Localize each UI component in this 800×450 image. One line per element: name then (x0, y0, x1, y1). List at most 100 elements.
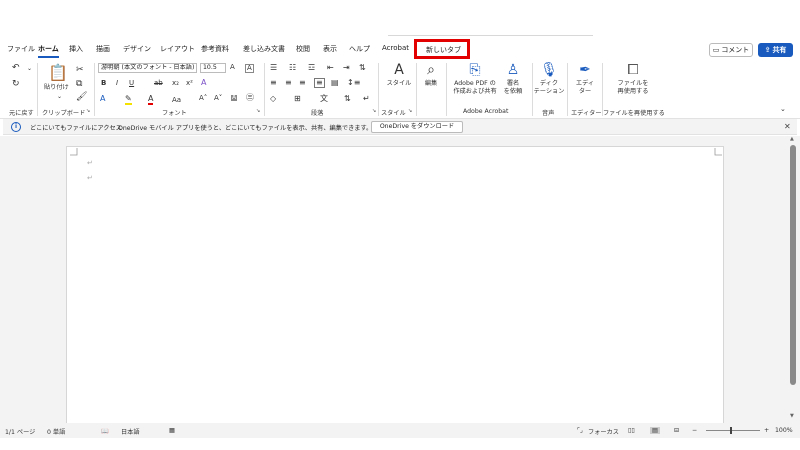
comment-button[interactable]: ▭ コメント (709, 43, 753, 57)
tab-insert[interactable]: 挿入 (69, 44, 83, 54)
undo-dropdown-icon[interactable]: ⌄ (27, 66, 32, 72)
clipboard-launcher-icon[interactable]: ↘ (86, 109, 90, 114)
cut-icon[interactable]: ✂ (76, 66, 84, 75)
tab-draw[interactable]: 描画 (96, 44, 110, 54)
sort-icon[interactable]: ⇅ (344, 95, 351, 103)
tab-mailings[interactable]: 差し込み文書 (243, 44, 285, 54)
underline-icon[interactable]: U (129, 80, 134, 87)
borders-icon[interactable]: ⊞ (294, 95, 301, 103)
tab-home[interactable]: ホーム (38, 44, 59, 58)
info-bar-message[interactable]: OneDrive モバイル アプリを使うと、どこにいてもファイルを表示、共有、編… (118, 123, 372, 132)
bullets-icon[interactable]: ☰ (270, 64, 277, 72)
collapse-ribbon-icon[interactable]: ⌄ (780, 106, 786, 113)
tab-review[interactable]: 校閲 (296, 44, 310, 54)
font-name-box[interactable]: 游明朝 (本文のフォント - 日本語) (98, 63, 197, 73)
font-size-box[interactable]: 10.5 (200, 63, 226, 73)
zoom-in-icon[interactable]: + (764, 427, 769, 434)
reuse-group-label: ファイルを再使用する (603, 110, 665, 117)
character-shading-icon[interactable]: A (231, 95, 238, 101)
increase-indent-icon[interactable]: ⇥ (343, 64, 350, 72)
enclose-characters-icon[interactable]: ㊂ (246, 94, 254, 102)
highlight-color-icon[interactable]: ✎ (125, 95, 132, 105)
book-icon[interactable]: 📖 (101, 427, 109, 435)
asian-layout-icon[interactable]: 文 (320, 95, 328, 103)
grow-font-size-icon[interactable]: A˄ (199, 95, 207, 102)
multilevel-list-icon[interactable]: ☲ (308, 64, 315, 72)
align-left-icon[interactable]: ≡ (270, 79, 277, 87)
show-marks-icon[interactable]: ↵ (363, 95, 370, 103)
word-count[interactable]: 0 単語 (47, 427, 65, 436)
download-onedrive-button[interactable]: OneDrive をダウンロード (371, 121, 463, 133)
phonetic-guide-icon[interactable]: A (245, 64, 254, 73)
grow-font-icon[interactable]: A (230, 64, 235, 71)
tab-help[interactable]: ヘルプ (349, 44, 370, 54)
dictate-button[interactable]: 🎙 ディク テーション (533, 63, 565, 96)
justify-icon[interactable]: ≡ (314, 78, 325, 88)
font-group-label: フォント (162, 110, 187, 117)
reuse-files-icon: ⧠ (627, 62, 639, 78)
zoom-out-icon[interactable]: − (692, 427, 697, 434)
scroll-down-icon[interactable]: ▼ (790, 414, 794, 419)
undo-icon[interactable]: ↶ (12, 64, 20, 73)
language-status[interactable]: 日本語 (121, 427, 140, 436)
close-icon[interactable]: ✕ (784, 122, 791, 131)
web-layout-icon[interactable]: ⊟ (674, 427, 679, 434)
shading-icon[interactable]: ◇ (270, 95, 276, 103)
zoom-slider-thumb[interactable] (730, 427, 732, 434)
tab-references[interactable]: 参考資料 (201, 44, 229, 54)
share-button[interactable]: ⇪ 共有 (758, 43, 793, 57)
superscript-icon[interactable]: x² (186, 80, 193, 87)
paste-dropdown-icon[interactable]: ⌄ (57, 94, 62, 100)
editor-button[interactable]: ✒ エディ ター (570, 63, 600, 96)
tab-layout[interactable]: レイアウト (160, 44, 195, 54)
numbering-icon[interactable]: ☷ (289, 64, 296, 72)
page-count[interactable]: 1/1 ページ (5, 427, 35, 436)
create-pdf-button[interactable]: ⎘ Adobe PDF の 作成および共有 (449, 63, 501, 96)
reuse-files-button[interactable]: ⧠ ファイルを 再使用する (610, 63, 656, 96)
tab-acrobat[interactable]: Acrobat (382, 44, 409, 52)
line-spacing-icon[interactable]: ↕≡ (347, 79, 360, 87)
tab-file[interactable]: ファイル (7, 44, 35, 54)
print-layout-icon[interactable]: ▤ (650, 427, 660, 434)
share-button-label: 共有 (772, 46, 787, 54)
accessibility-icon[interactable]: ▦ (169, 427, 175, 434)
paste-label[interactable]: 貼り付け (44, 84, 69, 92)
tab-design[interactable]: デザイン (123, 44, 151, 54)
paragraph-mark: ↵ (87, 174, 93, 182)
strikethrough-icon[interactable]: ab (154, 80, 163, 87)
align-center-icon[interactable]: ≡ (285, 79, 292, 87)
decrease-indent-icon[interactable]: ⇤ (327, 64, 334, 72)
styles-button[interactable]: A スタイル (383, 63, 415, 88)
request-signature-button[interactable]: ♙ 署名 を依頼 (501, 63, 525, 96)
change-case-button[interactable]: Aa (172, 96, 181, 105)
styles-launcher-icon[interactable]: ↘ (408, 109, 412, 114)
read-mode-icon[interactable]: ▯▯ (628, 427, 635, 434)
shrink-font-size-icon[interactable]: A˅ (214, 95, 222, 102)
document-page[interactable]: ↵ ↵ (66, 146, 724, 436)
align-right-icon[interactable]: ≡ (299, 79, 306, 87)
redo-icon[interactable]: ↻ (12, 80, 20, 89)
italic-icon[interactable]: I (116, 80, 118, 87)
paste-icon[interactable]: 📋 (48, 65, 68, 81)
font-color-icon[interactable]: A (148, 95, 154, 105)
font-launcher-icon[interactable]: ↘ (256, 109, 260, 114)
paragraph-launcher-icon[interactable]: ↘ (372, 109, 376, 114)
clear-formatting-icon[interactable]: A (201, 79, 206, 87)
distributed-icon[interactable]: ▤ (331, 79, 339, 87)
styles-button-label: スタイル (386, 80, 412, 87)
focus-button[interactable]: フォーカス (588, 427, 619, 436)
text-effects-icon[interactable]: A (100, 95, 105, 103)
text-direction-icon[interactable]: ⇅ (359, 64, 366, 72)
zoom-level[interactable]: 100% (775, 427, 793, 434)
copy-icon[interactable]: ⧉ (76, 80, 82, 89)
bold-icon[interactable]: B (101, 80, 106, 87)
tab-new-tab-highlighted[interactable]: 新しいタブ (414, 39, 470, 59)
vertical-scrollbar[interactable] (790, 145, 796, 385)
focus-icon[interactable]: ⌜⌟ (577, 427, 583, 434)
scroll-up-icon[interactable]: ▲ (790, 137, 794, 142)
tab-view[interactable]: 表示 (323, 44, 337, 54)
zoom-slider[interactable] (706, 430, 760, 431)
editing-button[interactable]: ⌕ 編集 (419, 63, 443, 88)
subscript-icon[interactable]: x₂ (172, 80, 179, 87)
format-painter-icon[interactable]: 🖌 (76, 93, 87, 102)
